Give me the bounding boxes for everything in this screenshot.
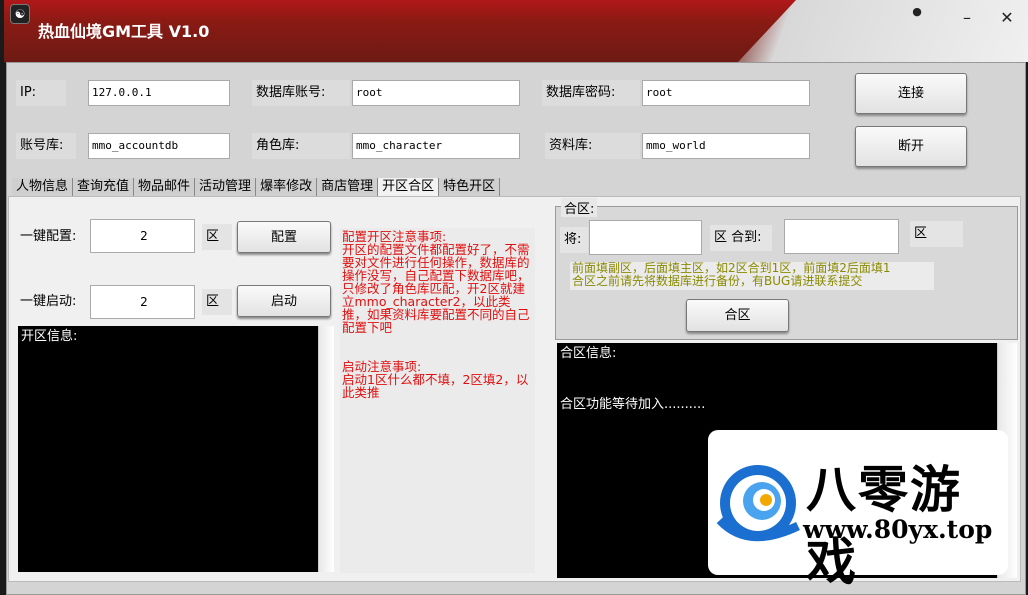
merge-from-label: 将: [560, 227, 588, 253]
db-pass-input[interactable]: root [642, 80, 810, 106]
data-db-input[interactable]: mmo_world [642, 133, 810, 159]
ip-input[interactable]: 127.0.0.1 [88, 80, 230, 106]
tab-bar: 人物信息 查询充值 物品邮件 活动管理 爆率修改 商店管理 开区合区 特色开区 [12, 178, 501, 197]
connect-button[interactable]: 连接 [855, 73, 967, 114]
watermark-logo: 八零游戏 www.80yx.top [708, 430, 1008, 591]
merge-to-label: 区 合到: [710, 225, 772, 251]
minimize-button[interactable]: – [955, 8, 979, 28]
tab-item-mail[interactable]: 物品邮件 [134, 178, 196, 197]
config-label: 一键配置: [20, 229, 77, 244]
ip-label: IP: [16, 80, 66, 106]
data-db-label: 资料库: [545, 133, 640, 159]
window-title: 热血仙境GM工具 V1.0 [38, 22, 210, 41]
role-db-input[interactable]: mmo_character [352, 133, 520, 159]
app-icon: ☯ [10, 4, 30, 24]
open-server-console[interactable]: 开区信息: [18, 326, 318, 572]
pin-icon[interactable]: ● [905, 2, 929, 22]
tab-recharge-query[interactable]: 查询充值 [73, 178, 135, 197]
config-button[interactable]: 配置 [237, 221, 331, 253]
merge-button[interactable]: 合区 [686, 299, 789, 332]
account-db-label: 账号库: [16, 133, 76, 159]
start-button[interactable]: 启动 [237, 285, 331, 317]
tab-special-open[interactable]: 特色开区 [439, 178, 501, 197]
start-label: 一键启动: [20, 294, 77, 309]
merge-group-title: 合区: [561, 198, 598, 217]
tab-drop-rate[interactable]: 爆率修改 [256, 178, 318, 197]
db-user-input[interactable]: root [352, 80, 520, 106]
merge-from-input[interactable] [589, 220, 702, 255]
open-server-notes: 配置开区注意事项: 开区的配置文件都配置好了，不需要对文件进行任何操作，数据库的… [340, 228, 535, 573]
merge-hint: 前面填副区，后面填主区，如2区合到1区，前面填2后面填1 合区之前请先将数据库进… [570, 262, 934, 290]
start-zone-unit: 区 [202, 289, 232, 315]
role-db-label: 角色库: [252, 133, 350, 159]
merge-to-unit: 区 [910, 221, 963, 247]
tab-server-open-merge[interactable]: 开区合区 [378, 178, 440, 197]
tab-shop[interactable]: 商店管理 [317, 178, 379, 197]
account-db-input[interactable]: mmo_accountdb [88, 133, 230, 159]
open-console-scrollbar[interactable] [318, 326, 334, 572]
start-zone-input[interactable]: 2 [90, 285, 195, 319]
db-pass-label: 数据库密码: [542, 80, 640, 106]
config-zone-input[interactable]: 2 [90, 219, 195, 253]
tab-character-info[interactable]: 人物信息 [12, 178, 74, 197]
watermark-url: www.80yx.top [803, 515, 993, 544]
close-button[interactable]: ✕ [995, 8, 1019, 28]
config-zone-unit: 区 [202, 224, 232, 250]
disconnect-button[interactable]: 断开 [855, 126, 967, 167]
merge-to-input[interactable] [784, 219, 899, 254]
tab-activity[interactable]: 活动管理 [195, 178, 257, 197]
db-user-label: 数据库账号: [252, 80, 350, 106]
